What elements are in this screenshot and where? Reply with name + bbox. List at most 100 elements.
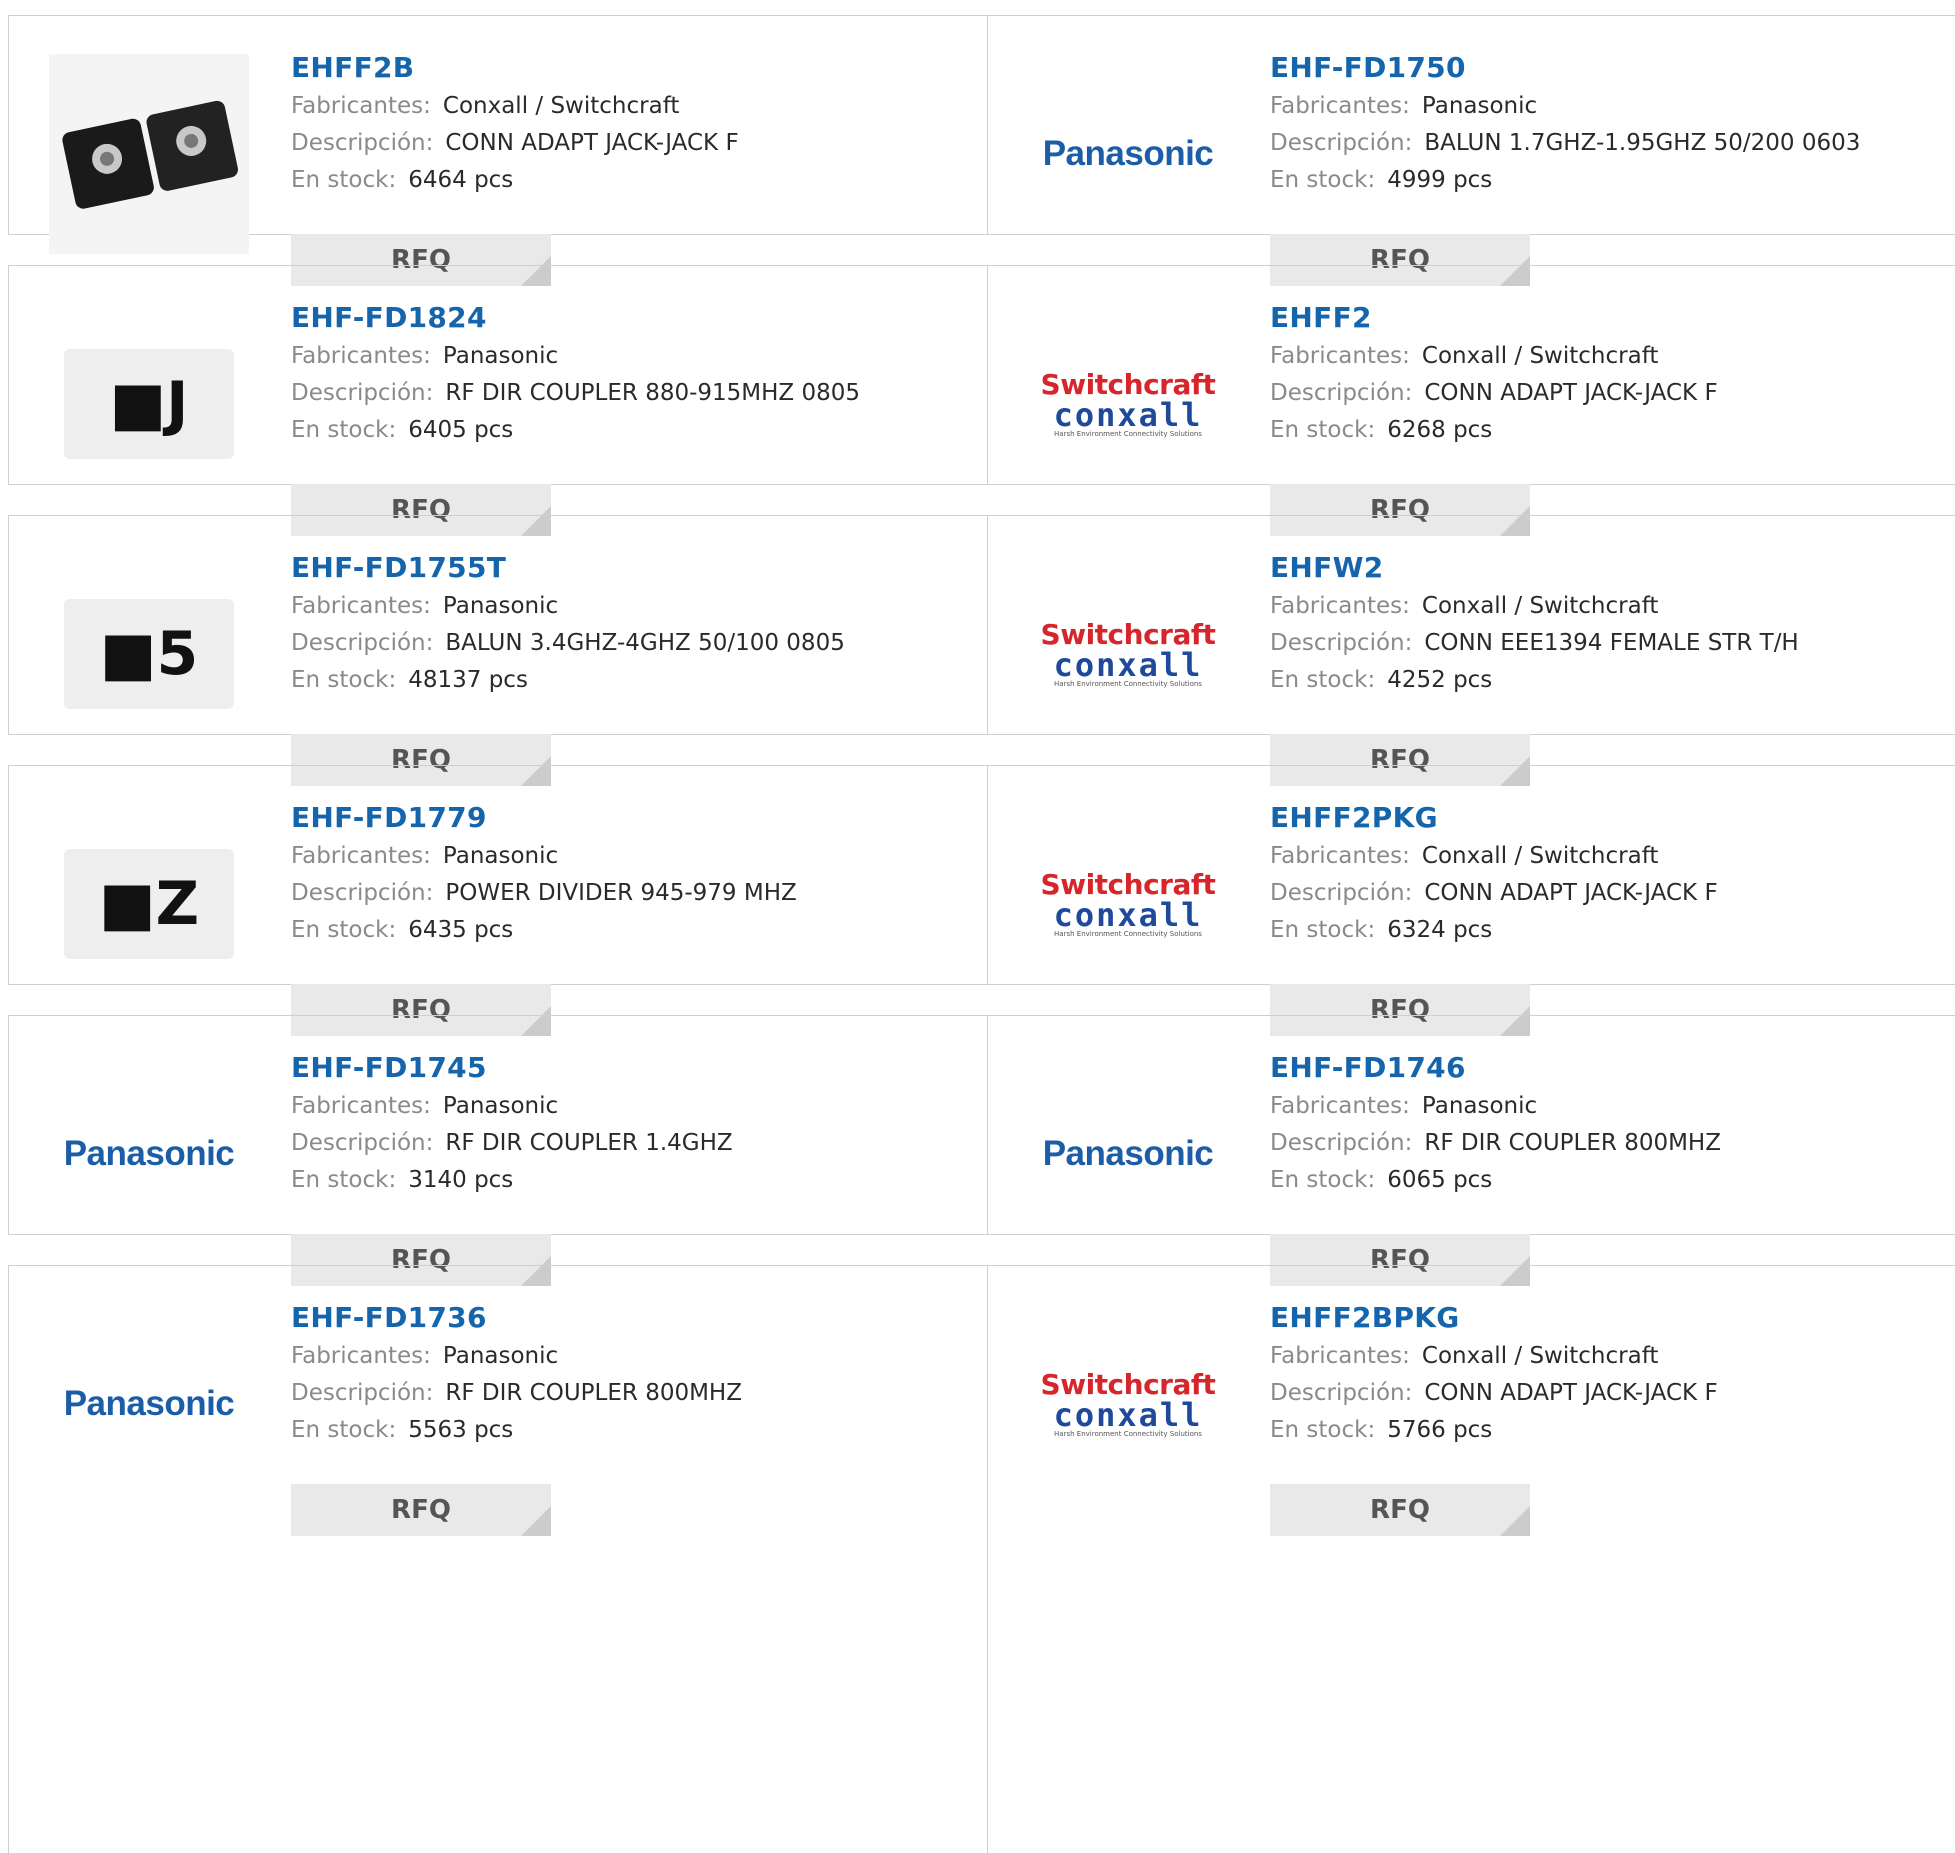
description-line: Descripción: RF DIR COUPLER 800MHZ xyxy=(291,1375,742,1412)
switchcraft-conxall-logo: Switchcraft conxall Harsh Environment Co… xyxy=(1041,619,1216,689)
conxall-wordmark: conxall xyxy=(1053,645,1203,684)
logo-tagline: Harsh Environment Connectivity Solutions xyxy=(1054,679,1202,688)
part-number-link[interactable]: EHF-FD1746 xyxy=(1270,1048,1721,1088)
product-card: Panasonic EHF-FD1736 Fabricantes: Panason… xyxy=(9,1266,987,1853)
manufacturer-value: Panasonic xyxy=(442,343,559,369)
rfq-button[interactable]: RFQ xyxy=(1270,1484,1530,1536)
manufacturer-value: Conxall / Switchcraft xyxy=(1421,593,1659,619)
manufacturer-value: Conxall / Switchcraft xyxy=(1421,1343,1659,1369)
panasonic-logo: Panasonic xyxy=(63,1134,235,1173)
product-image[interactable]: Panasonic xyxy=(1028,54,1228,254)
product-image[interactable] xyxy=(49,54,249,254)
part-number-link[interactable]: EHF-FD1755T xyxy=(291,548,845,588)
description-line: Descripción: CONN EEE1394 FEMALE STR T/H xyxy=(1270,625,1799,662)
product-image[interactable]: Panasonic xyxy=(1028,1054,1228,1254)
manufacturer-value: Panasonic xyxy=(1421,1093,1538,1119)
description-label: Descripción: xyxy=(291,1130,434,1156)
stock-label: En stock: xyxy=(1270,417,1376,443)
product-image[interactable]: Switchcraft conxall Harsh Environment Co… xyxy=(1028,304,1228,504)
manufacturer-value: Panasonic xyxy=(442,843,559,869)
part-number-link[interactable]: EHFF2PKG xyxy=(1270,798,1718,838)
description-line: Descripción: BALUN 1.7GHZ-1.95GHZ 50/200 … xyxy=(1270,125,1860,162)
stock-value: 6324 pcs xyxy=(1387,917,1493,943)
description-label: Descripción: xyxy=(1270,1130,1413,1156)
part-number-link[interactable]: EHF-FD1736 xyxy=(291,1298,742,1338)
manufacturer-label: Fabricantes: xyxy=(1270,343,1410,369)
part-number-link[interactable]: EHFF2BPKG xyxy=(1270,1298,1718,1338)
product-info: EHF-FD1746 Fabricantes: Panasonic Descrip… xyxy=(1270,1048,1721,1286)
product-card: EHFF2B Fabricantes: Conxall / Switchcraft… xyxy=(9,16,987,286)
panasonic-logo: Panasonic xyxy=(63,1384,235,1423)
product-card: Panasonic EHF-FD1750 Fabricantes: Panason… xyxy=(988,16,1955,286)
product-info: EHFF2BPKG Fabricantes: Conxall / Switchcr… xyxy=(1270,1298,1718,1536)
switchcraft-conxall-logo: Switchcraft conxall Harsh Environment Co… xyxy=(1041,369,1216,439)
stock-line: En stock: 6464 pcs xyxy=(291,162,739,199)
rfq-button[interactable]: RFQ xyxy=(291,1484,551,1536)
product-image[interactable]: Panasonic xyxy=(49,1054,249,1254)
stock-value: 5766 pcs xyxy=(1387,1417,1493,1443)
product-image[interactable]: ■J xyxy=(49,304,249,504)
product-info: EHF-FD1750 Fabricantes: Panasonic Descrip… xyxy=(1270,48,1860,286)
conxall-wordmark: conxall xyxy=(1053,395,1203,434)
part-number-link[interactable]: EHF-FD1745 xyxy=(291,1048,733,1088)
product-info: EHFF2 Fabricantes: Conxall / Switchcraft … xyxy=(1270,298,1718,536)
stock-label: En stock: xyxy=(1270,1417,1376,1443)
product-image[interactable]: Switchcraft conxall Harsh Environment Co… xyxy=(1028,554,1228,754)
stock-line: En stock: 4999 pcs xyxy=(1270,162,1860,199)
part-number-link[interactable]: EHFF2B xyxy=(291,48,739,88)
part-number-link[interactable]: EHF-FD1824 xyxy=(291,298,860,338)
stock-label: En stock: xyxy=(291,1167,397,1193)
part-number-link[interactable]: EHF-FD1750 xyxy=(1270,48,1860,88)
part-number-link[interactable]: EHFW2 xyxy=(1270,548,1799,588)
stock-line: En stock: 3140 pcs xyxy=(291,1162,733,1199)
description-line: Descripción: CONN ADAPT JACK-JACK F xyxy=(1270,875,1718,912)
stock-line: En stock: 6268 pcs xyxy=(1270,412,1718,449)
chip-photo: ■Z xyxy=(64,849,234,959)
stock-label: En stock: xyxy=(291,167,397,193)
logo-tagline: Harsh Environment Connectivity Solutions xyxy=(1054,929,1202,938)
connector-panel-photo xyxy=(49,54,249,254)
stock-value: 3140 pcs xyxy=(408,1167,514,1193)
product-card: Switchcraft conxall Harsh Environment Co… xyxy=(988,766,1955,1036)
product-row: ■J EHF-FD1824 Fabricantes: Panasonic Desc… xyxy=(8,265,1955,536)
chip-photo: ■J xyxy=(64,349,234,459)
manufacturer-value: Panasonic xyxy=(442,593,559,619)
description-label: Descripción: xyxy=(1270,130,1413,156)
product-image[interactable]: ■5 xyxy=(49,554,249,754)
description-label: Descripción: xyxy=(291,880,434,906)
manufacturer-line: Fabricantes: Panasonic xyxy=(291,338,860,375)
stock-value: 48137 pcs xyxy=(408,667,528,693)
manufacturer-label: Fabricantes: xyxy=(1270,1093,1410,1119)
product-card: Panasonic EHF-FD1746 Fabricantes: Panason… xyxy=(988,1016,1955,1286)
manufacturer-label: Fabricantes: xyxy=(1270,843,1410,869)
stock-value: 6268 pcs xyxy=(1387,417,1493,443)
stock-value: 5563 pcs xyxy=(408,1417,514,1443)
description-line: Descripción: CONN ADAPT JACK-JACK F xyxy=(291,125,739,162)
part-number-link[interactable]: EHF-FD1779 xyxy=(291,798,797,838)
description-value: RF DIR COUPLER 880-915MHZ 0805 xyxy=(445,380,861,406)
corner-triangle-icon xyxy=(521,1506,551,1536)
stock-label: En stock: xyxy=(291,1417,397,1443)
product-row: Panasonic EHF-FD1745 Fabricantes: Panason… xyxy=(8,1015,1955,1286)
product-image[interactable]: Panasonic xyxy=(49,1304,249,1504)
description-value: CONN ADAPT JACK-JACK F xyxy=(1424,380,1718,406)
chip-marking: ■5 xyxy=(99,619,199,689)
stock-value: 6464 pcs xyxy=(408,167,514,193)
stock-value: 6435 pcs xyxy=(408,917,514,943)
manufacturer-line: Fabricantes: Conxall / Switchcraft xyxy=(1270,1338,1718,1375)
stock-label: En stock: xyxy=(1270,1167,1376,1193)
manufacturer-value: Conxall / Switchcraft xyxy=(1421,843,1659,869)
product-info: EHFF2B Fabricantes: Conxall / Switchcraft… xyxy=(291,48,739,286)
description-label: Descripción: xyxy=(1270,380,1413,406)
manufacturer-label: Fabricantes: xyxy=(1270,93,1410,119)
product-card: Switchcraft conxall Harsh Environment Co… xyxy=(988,1266,1955,1853)
product-image[interactable]: ■Z xyxy=(49,804,249,1004)
product-image[interactable]: Switchcraft conxall Harsh Environment Co… xyxy=(1028,1304,1228,1504)
description-value: CONN ADAPT JACK-JACK F xyxy=(1424,1380,1718,1406)
panasonic-logo: Panasonic xyxy=(1042,134,1214,173)
stock-line: En stock: 48137 pcs xyxy=(291,662,845,699)
chip-photo: ■5 xyxy=(64,599,234,709)
part-number-link[interactable]: EHFF2 xyxy=(1270,298,1718,338)
product-image[interactable]: Switchcraft conxall Harsh Environment Co… xyxy=(1028,804,1228,1004)
stock-label: En stock: xyxy=(1270,167,1376,193)
